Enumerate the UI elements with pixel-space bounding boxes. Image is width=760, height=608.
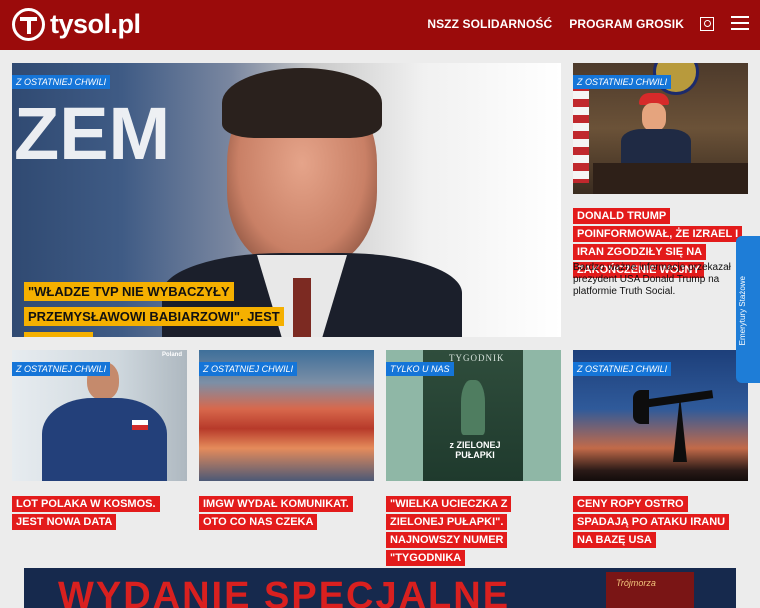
astronaut-flag: [132, 420, 148, 430]
banner-book-image: Trójmorza: [606, 572, 694, 608]
cover-title: TYGODNIK: [449, 353, 505, 363]
site-logo[interactable]: tysol.pl: [12, 8, 141, 41]
oil-pump-beam: [642, 390, 714, 408]
oil-pump-base: [673, 402, 687, 462]
side-article[interactable]: Z OSTATNIEJ CHWILI: [573, 63, 748, 194]
nav-item-solidarnosc[interactable]: NSZZ SOLIDARNOŚĆ: [427, 17, 552, 31]
top-navbar: tysol.pl NSZZ SOLIDARNOŚĆ PROGRAM GROSIK: [0, 0, 760, 50]
card-1-badge: Z OSTATNIEJ CHWILI: [12, 362, 111, 376]
desk-shape: [593, 163, 748, 194]
hero-title[interactable]: "Władze TVP nie wybaczyły Przemysławowi …: [24, 280, 304, 337]
special-edition-banner[interactable]: WYDANIE SPECJALNE Trójmorza: [24, 568, 736, 608]
logo-icon: [12, 8, 45, 41]
card-2-title[interactable]: IMGW wydał komunikat. Oto co nas czeka: [199, 495, 369, 531]
banner-text: WYDANIE SPECJALNE: [58, 575, 511, 608]
hero-badge: Z OSTATNIEJ CHWILI: [12, 75, 111, 89]
side-description: Bardzo ważne informacje przekazał prezyd…: [573, 262, 731, 297]
hamburger-menu-icon[interactable]: [731, 16, 749, 30]
card-4-badge: Z OSTATNIEJ CHWILI: [573, 362, 672, 376]
card-1[interactable]: Poland Z OSTATNIEJ CHWILI: [12, 350, 187, 481]
card-4-title[interactable]: Ceny ropy ostro spadają po ataku Iranu n…: [573, 495, 733, 549]
side-badge: Z OSTATNIEJ CHWILI: [573, 75, 672, 89]
main-nav: NSZZ SOLIDARNOŚĆ PROGRAM GROSIK: [427, 17, 684, 31]
logo-text: tysol.pl: [50, 9, 141, 39]
card-3-badge: TYLKO U NAS: [386, 362, 454, 376]
hero-article[interactable]: ZEM Z OSTATNIEJ CHWILI "Władze TVP nie w…: [12, 63, 561, 337]
hero-bg-text: ZEM: [14, 92, 171, 175]
cover-figure: [461, 380, 485, 435]
card-1-title[interactable]: Lot Polaka w kosmos. Jest nowa data: [12, 495, 182, 531]
hero-person-hair: [222, 68, 382, 138]
astronaut-suit: [42, 398, 167, 481]
side-tab-emerytury[interactable]: Emerytury Stażowe: [736, 236, 760, 383]
cover-text: z ZIELONEJ PUŁAPKI: [449, 440, 501, 460]
search-icon[interactable]: [700, 17, 714, 31]
side-tab-label: Emerytury Stażowe: [738, 276, 747, 346]
nav-item-grosik[interactable]: PROGRAM GROSIK: [569, 17, 684, 31]
card-2-badge: Z OSTATNIEJ CHWILI: [199, 362, 298, 376]
card-3[interactable]: TYGODNIK z ZIELONEJ PUŁAPKI TYLKO U NAS: [386, 350, 561, 481]
card-2[interactable]: Z OSTATNIEJ CHWILI: [199, 350, 374, 481]
card-4[interactable]: Z OSTATNIEJ CHWILI: [573, 350, 748, 481]
banner-book-text: Trójmorza: [616, 578, 656, 588]
oil-pump-head: [633, 390, 649, 424]
flag-shape: [573, 83, 589, 183]
card-1-corner-text: Poland: [161, 352, 182, 358]
person-face: [642, 103, 666, 131]
